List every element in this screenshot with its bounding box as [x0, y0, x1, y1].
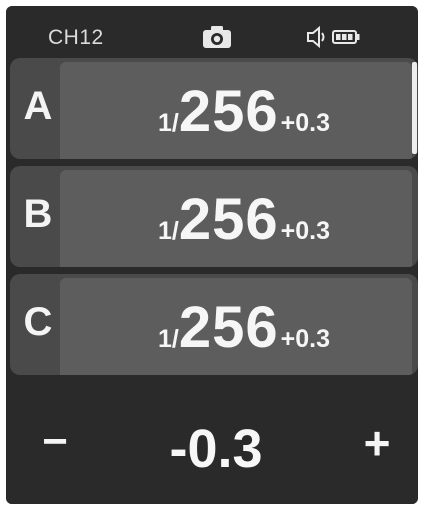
decrease-button[interactable]: −: [38, 420, 72, 464]
power-slash: /: [171, 109, 179, 137]
group-power-display: 1/256+0.3: [80, 78, 408, 145]
group-letter: A: [23, 84, 53, 128]
group-letter: C: [23, 300, 53, 344]
power-numerator: 1: [158, 217, 172, 245]
power-denominator: 256: [178, 187, 279, 252]
group-power-display: 1/256+0.3: [80, 186, 408, 253]
channel-label: CH12: [48, 26, 104, 49]
power-slash: /: [171, 217, 179, 245]
camera-icon: [203, 26, 231, 48]
group-letter: B: [23, 192, 53, 236]
power-denominator: 256: [178, 295, 279, 360]
power-numerator: 1: [158, 109, 172, 137]
power-denominator: 256: [178, 79, 279, 144]
compensation-value: +0.3: [280, 325, 330, 353]
speaker-icon: [307, 26, 325, 48]
group-power-display: 1/256+0.3: [80, 294, 408, 361]
flash-trigger-screen: CH12 A 1/256+0.3 B 1/256+0.3 C 1/256+0.3…: [6, 6, 418, 504]
battery-icon: [332, 30, 360, 44]
compensation-display: -0.3: [169, 419, 263, 479]
group-row-a[interactable]: A 1/256+0.3: [10, 58, 418, 159]
increase-button[interactable]: +: [358, 420, 396, 466]
group-row-b[interactable]: B 1/256+0.3: [10, 166, 418, 267]
group-row-c[interactable]: C 1/256+0.3: [10, 274, 418, 375]
power-slash: /: [171, 325, 179, 353]
power-numerator: 1: [158, 325, 172, 353]
compensation-value: +0.3: [280, 109, 330, 137]
compensation-control-bar: − -0.3 +: [6, 380, 418, 504]
status-bar: CH12: [6, 6, 418, 58]
compensation-value: +0.3: [280, 217, 330, 245]
scroll-indicator[interactable]: [412, 62, 417, 154]
